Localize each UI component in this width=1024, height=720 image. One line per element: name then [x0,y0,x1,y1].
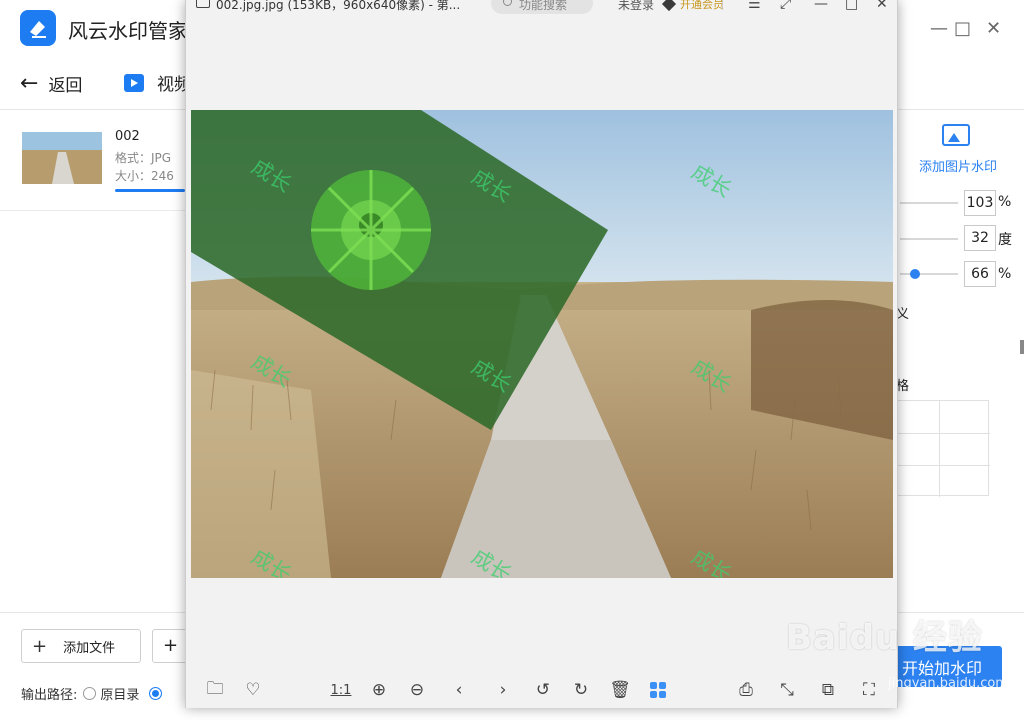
previous-icon[interactable]: ‹ [448,679,470,701]
rotate-slider[interactable] [900,238,958,240]
position-grid[interactable] [896,400,990,497]
file-thumbnail [22,132,102,184]
zoom-out-icon[interactable]: ⊖ [406,679,428,701]
rotate-unit: 度 [998,232,1012,248]
feature-search-input[interactable]: 功能搜索 [491,0,593,14]
rotate-right-icon[interactable]: ↻ [570,679,592,701]
open-folder-icon[interactable]: 🗀 [204,679,226,701]
maximize-icon[interactable]: □ [954,18,974,39]
viewer-title: 002.jpg.jpg (153KB，960x640像素) - 第... [216,0,461,12]
fit-window-icon[interactable]: ⤡ [776,679,798,701]
baidu-jingyan-watermark: Baidu 经验 [786,618,983,658]
file-name: 002 [115,129,140,144]
viewer-titlebar: 002.jpg.jpg (153KB，960x640像素) - 第... 功能搜… [186,0,899,14]
menu-icon[interactable]: ☰ [748,0,761,12]
file-format: 格式：JPG [115,151,172,165]
actual-size-button[interactable]: 1:1 [330,679,352,701]
arrow-left-icon: ← [20,70,39,96]
folder-icon[interactable] [196,0,210,8]
image-watermark-icon[interactable] [942,124,970,146]
close-icon[interactable]: ✕ [986,18,1006,39]
app-logo-icon [20,10,56,46]
fullscreen-toggle-icon[interactable]: ⛶ [858,679,880,701]
size-unit: % [998,194,1012,210]
app-title: 风云水印管家 [68,19,188,43]
preview-image: 成长 成长 成长 成长 成长 成长 成长 成长 成长 [191,110,893,578]
vip-button[interactable]: 开通会员 [661,0,724,12]
print-icon[interactable]: ⎙ [735,679,757,701]
back-button[interactable]: ← 返回 [20,70,82,96]
add-file-label: 添加文件 [63,640,116,656]
preview-image-drawing [191,110,893,578]
fullscreen-icon[interactable]: ⤢ [780,0,791,12]
output-custom-radio[interactable] [149,687,163,700]
file-progress-bar [115,189,185,192]
heart-icon[interactable]: ♡ [242,679,264,701]
search-icon [503,0,512,6]
scrollbar[interactable] [1020,340,1024,354]
output-original-label: 原目录 [100,688,140,703]
close-icon[interactable]: ✕ [876,0,888,12]
file-list-item[interactable]: 002 格式：JPG 大小：246 [0,111,190,211]
minimize-icon[interactable]: — [814,0,828,12]
minimize-icon[interactable]: — [930,18,950,39]
crop-icon[interactable]: ⧉ [817,679,839,701]
output-original-radio[interactable] [83,687,97,700]
video-icon [124,73,144,92]
next-icon[interactable]: › [492,679,514,701]
zoom-in-icon[interactable]: ⊕ [368,679,390,701]
maximize-icon[interactable]: □ [845,0,858,12]
back-label: 返回 [48,75,83,96]
rotate-left-icon[interactable]: ↺ [532,679,554,701]
opacity-input[interactable]: 66 [964,261,996,287]
file-size: 大小：246 [115,169,174,183]
apps-grid-icon[interactable] [647,679,669,701]
vip-gem-icon [661,0,677,12]
opacity-slider[interactable] [900,273,958,275]
size-input[interactable]: 103 [964,190,996,216]
delete-icon[interactable]: 🗑 [609,679,631,701]
add-image-watermark-button[interactable]: 添加图片水印 [919,156,997,175]
vip-label: 开通会员 [680,0,724,11]
watermark-settings-panel: 添加图片水印 103 % 32 度 66 % 义 格 [896,110,1024,610]
titlebar-divider [722,0,723,10]
opacity-unit: % [998,266,1012,282]
output-path-row: 输出路径: 原目录 [21,684,166,703]
image-viewer-window: 002.jpg.jpg (153KB，960x640像素) - 第... 功能搜… [185,0,898,708]
baidu-jingyan-url: jingyan.baidu.com [888,676,1008,691]
plus-icon: + [32,635,48,657]
add-file-button[interactable]: + 添加文件 [21,629,141,663]
opacity-slider-handle[interactable] [910,269,920,279]
login-link[interactable]: 未登录 [618,0,654,13]
rotate-input[interactable]: 32 [964,225,996,251]
output-path-label: 输出路径: [21,688,78,703]
size-slider[interactable] [900,202,958,204]
tab-video[interactable]: 视频 [124,70,191,95]
search-placeholder: 功能搜索 [519,0,568,12]
viewer-toolbar: 🗀 ♡ 1:1 ⊕ ⊖ ‹ › ↺ ↻ 🗑 ⎙ ⤡ ⧉ ⛶ [186,670,899,708]
